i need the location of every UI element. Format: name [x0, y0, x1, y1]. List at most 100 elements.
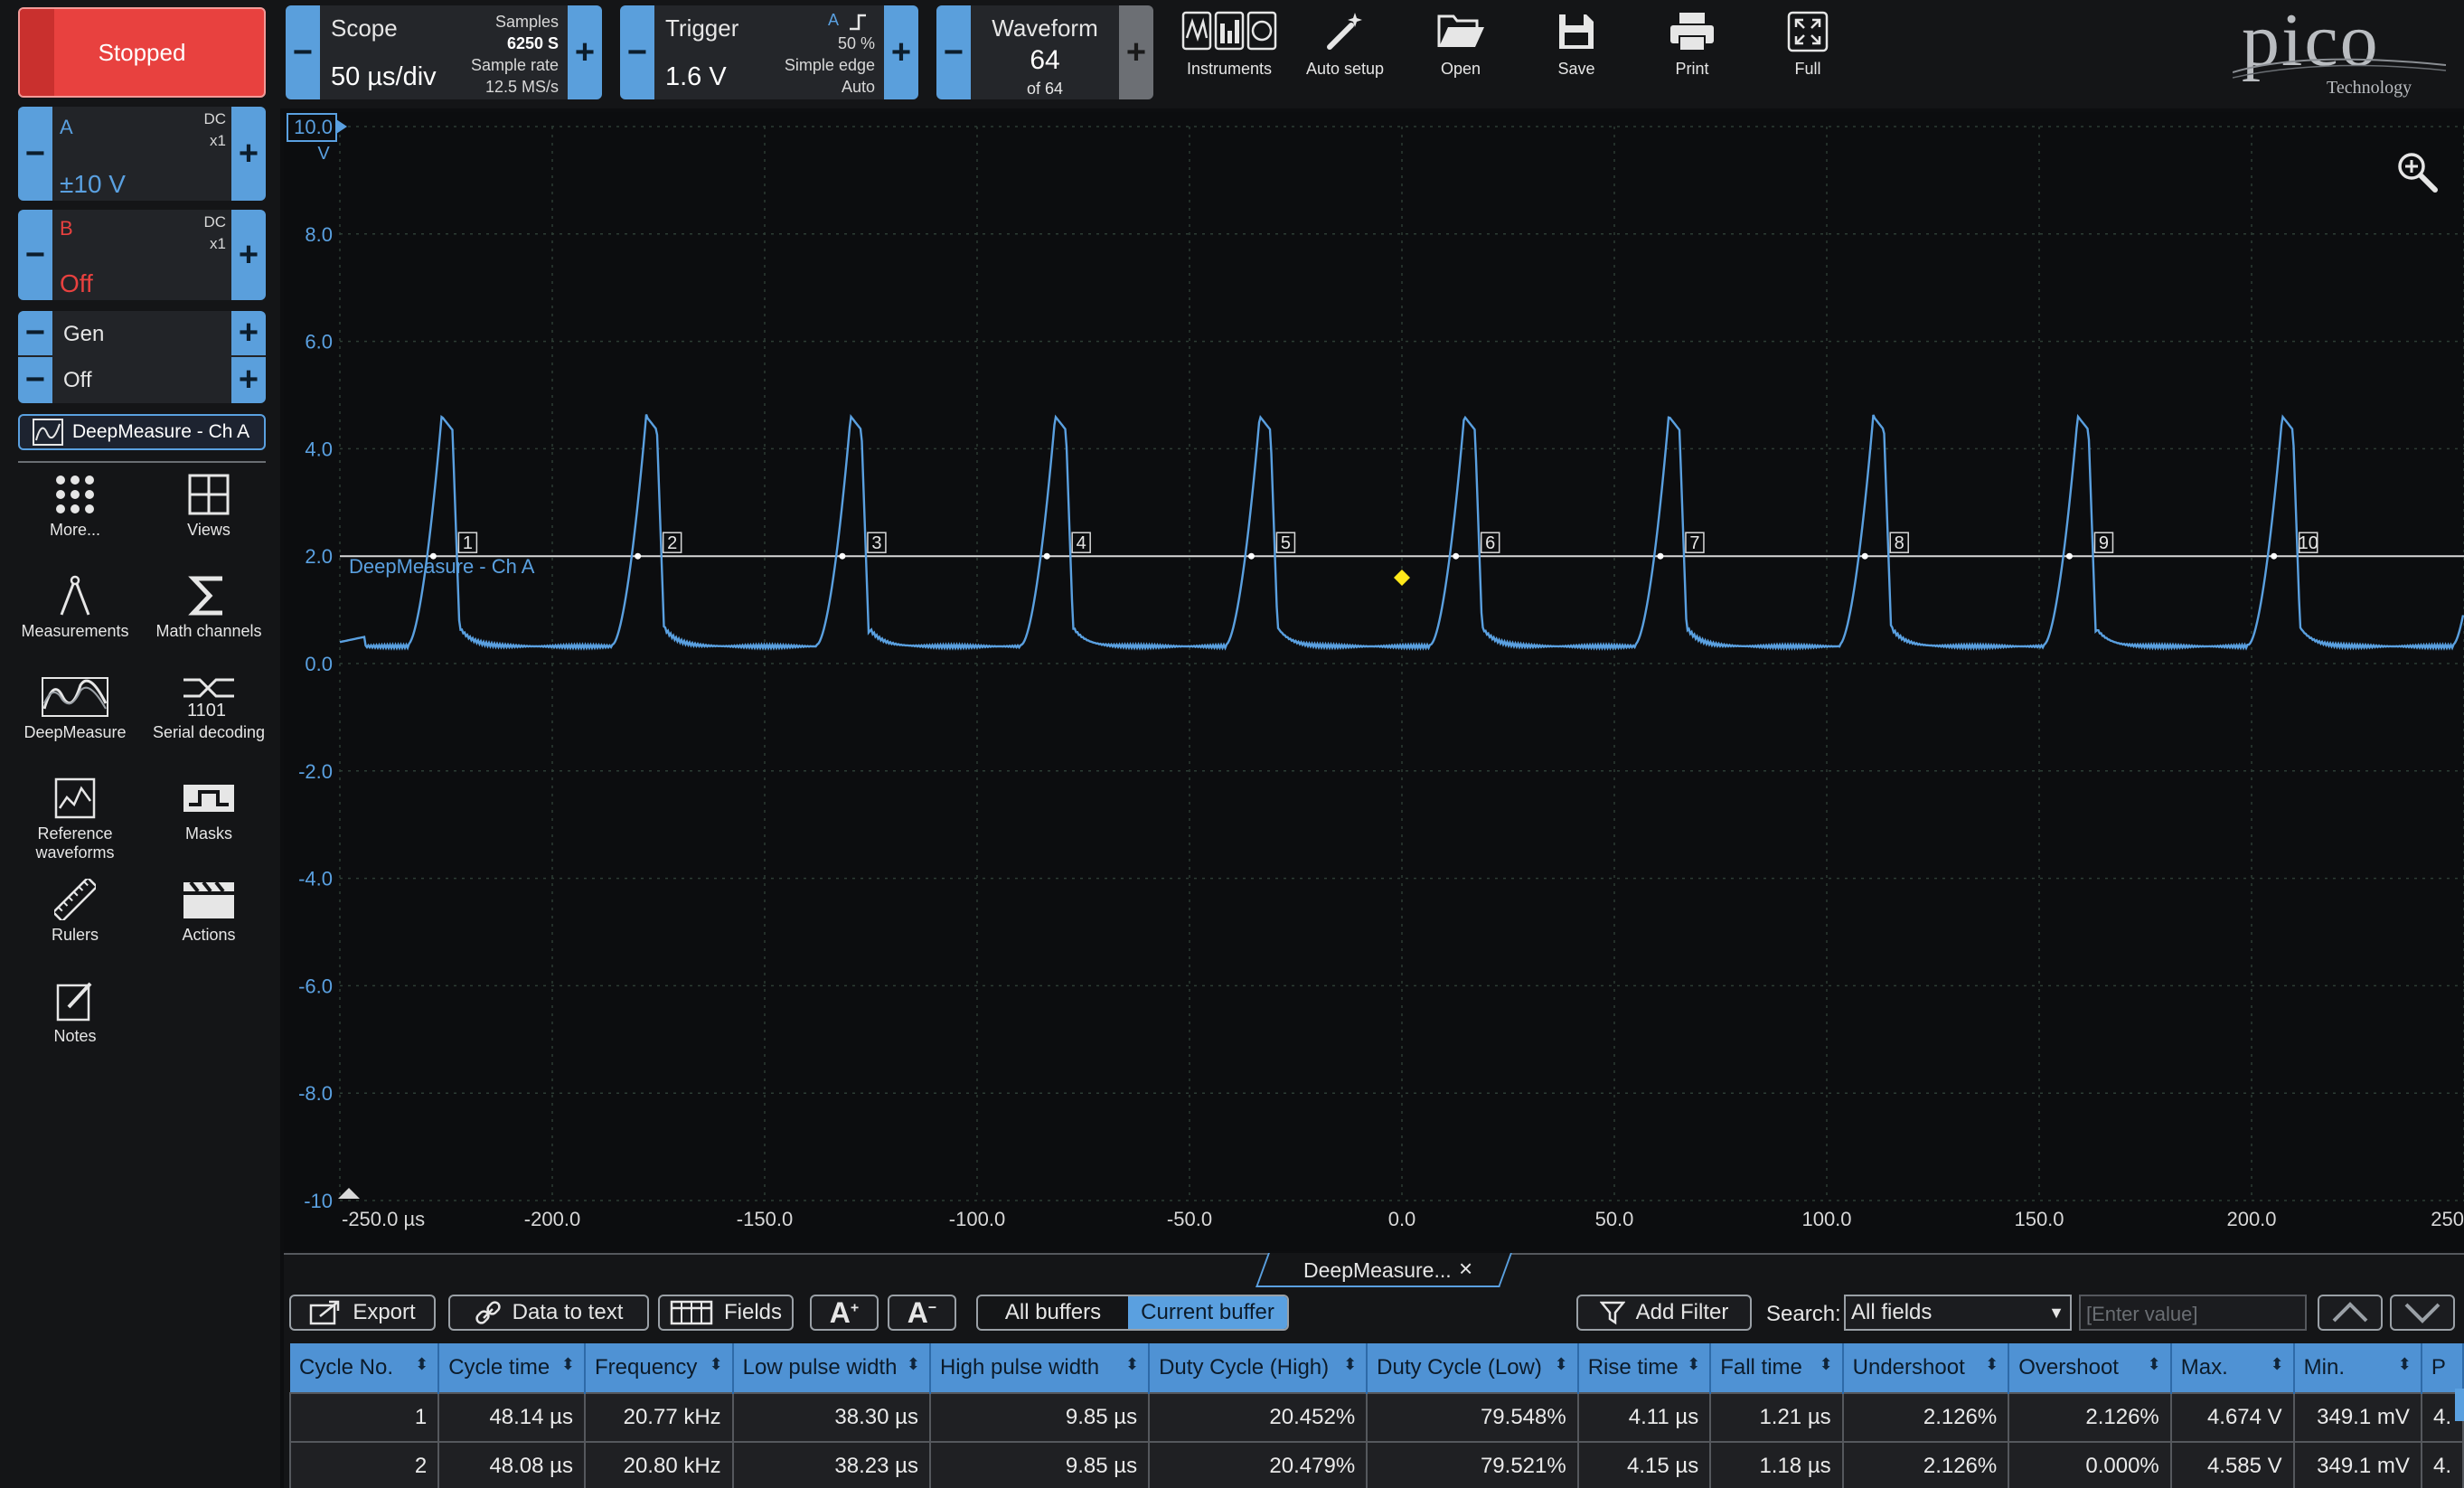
gen-state-increase-button[interactable]: +: [231, 357, 266, 403]
sort-icon[interactable]: ⬍: [1125, 1355, 1139, 1374]
gen-state-decrease-button[interactable]: −: [18, 357, 52, 403]
all-buffers-option[interactable]: All buffers: [978, 1296, 1128, 1329]
serial-decoding-tool-button[interactable]: 1101 Serial decoding: [141, 676, 277, 742]
notes-tool-button[interactable]: Notes: [7, 980, 143, 1046]
close-tab-icon[interactable]: ×: [1459, 1255, 1472, 1283]
column-header[interactable]: Cycle No. ⬍: [290, 1343, 440, 1393]
current-buffer-option[interactable]: Current buffer: [1128, 1296, 1287, 1329]
table-row[interactable]: 1 48.14 µs 20.77 kHz 38.30 µs 9.85 µs 20.452%…: [289, 1392, 2464, 1443]
timebase-increase-button[interactable]: +: [568, 5, 602, 99]
font-increase-button[interactable]: A+: [810, 1295, 879, 1331]
column-header[interactable]: Cycle time ⬍: [438, 1343, 586, 1393]
trigger-type[interactable]: Simple edge: [785, 56, 875, 75]
column-header[interactable]: Rise time ⬍: [1577, 1343, 1712, 1393]
column-header[interactable]: Duty Cycle (Low) ⬍: [1367, 1343, 1579, 1393]
search-previous-button[interactable]: [2318, 1295, 2383, 1331]
trigger-decrease-button[interactable]: −: [620, 5, 654, 99]
column-header[interactable]: P: [2421, 1343, 2464, 1393]
run-stop-button[interactable]: Stopped: [18, 7, 266, 98]
channel-a-range-increase[interactable]: +: [231, 107, 266, 201]
channel-b-coupling[interactable]: DC: [203, 213, 226, 231]
deepmeasure-tool-button[interactable]: DeepMeasure: [7, 676, 143, 742]
sort-icon[interactable]: ⬍: [1343, 1355, 1357, 1374]
data-to-text-label: Data to text: [512, 1300, 624, 1324]
sort-icon[interactable]: ⬍: [907, 1355, 920, 1374]
trigger-level[interactable]: 1.6 V: [665, 62, 727, 92]
open-button[interactable]: Open: [1406, 5, 1515, 96]
column-header[interactable]: Max. ⬍: [2170, 1343, 2295, 1393]
sort-icon[interactable]: ⬍: [561, 1355, 575, 1374]
zoom-icon[interactable]: [2395, 150, 2439, 193]
table-row[interactable]: 2 48.08 µs 20.80 kHz 38.23 µs 9.85 µs 20.479%…: [289, 1441, 2464, 1488]
instruments-button[interactable]: Instruments: [1175, 5, 1284, 96]
masks-tool-button[interactable]: Masks: [141, 777, 277, 843]
channel-a-trace: [339, 413, 2464, 651]
column-header[interactable]: Duty Cycle (High) ⬍: [1149, 1343, 1368, 1393]
rulers-tool-button[interactable]: Rulers: [7, 879, 143, 945]
column-header[interactable]: Low pulse width ⬍: [732, 1343, 931, 1393]
channel-a-coupling[interactable]: DC: [203, 110, 226, 128]
sort-icon[interactable]: ⬍: [1985, 1355, 1998, 1374]
sort-icon[interactable]: ⬍: [2148, 1355, 2161, 1374]
column-header[interactable]: High pulse width ⬍: [929, 1343, 1151, 1393]
sort-icon[interactable]: ⬍: [415, 1355, 428, 1374]
channel-a-range[interactable]: ±10 V: [60, 170, 126, 199]
sort-icon[interactable]: ⬍: [1820, 1355, 1833, 1374]
font-decrease-button[interactable]: A−: [888, 1295, 956, 1331]
add-filter-button[interactable]: Add Filter: [1576, 1295, 1752, 1331]
channel-a-range-decrease[interactable]: −: [18, 107, 52, 201]
print-button[interactable]: Print: [1638, 5, 1746, 96]
x-tick-label: 150.0: [2014, 1208, 2064, 1230]
search-next-button[interactable]: [2390, 1295, 2455, 1331]
waveform-current[interactable]: 64: [971, 45, 1119, 76]
y-axis-handle-icon[interactable]: [336, 119, 347, 134]
timebase-value[interactable]: 50 µs/div: [331, 62, 437, 92]
channel-b-range-increase[interactable]: +: [231, 210, 266, 300]
trigger-title: Trigger: [665, 14, 739, 42]
sort-icon[interactable]: ⬍: [710, 1355, 723, 1374]
waveform-plot[interactable]: 10.08.06.04.02.00.0-2.0-4.0-6.0-8.0-10V-…: [284, 112, 2464, 1251]
column-header[interactable]: Min. ⬍: [2293, 1343, 2422, 1393]
scope-view[interactable]: 10.0 8.0 6.0 4.0 2.0 0.0 -2.0 -4.0 -6.0 -8.0 -10 V -…: [284, 112, 2464, 1251]
trigger-mode[interactable]: Auto: [842, 78, 875, 97]
full-screen-button[interactable]: Full: [1754, 5, 1862, 96]
views-tool-button[interactable]: Views: [141, 474, 277, 540]
channel-b-range[interactable]: Off: [60, 269, 93, 298]
table-scrollbar[interactable]: [2455, 1389, 2464, 1421]
panel-tab-label[interactable]: DeepMeasure...: [1303, 1258, 1452, 1283]
measurements-tool-button[interactable]: Measurements: [7, 575, 143, 641]
sort-icon[interactable]: ⬍: [1687, 1355, 1700, 1374]
trigger-marker-icon[interactable]: [1394, 569, 1410, 586]
sort-icon[interactable]: ⬍: [2271, 1355, 2284, 1374]
column-header[interactable]: Fall time ⬍: [1710, 1343, 1844, 1393]
save-button[interactable]: Save: [1522, 5, 1631, 96]
waveform-next-button[interactable]: +: [1119, 5, 1153, 99]
channel-a-probe[interactable]: x1: [210, 132, 226, 150]
samples-value[interactable]: 6250 S: [507, 34, 559, 53]
column-header[interactable]: Frequency ⬍: [585, 1343, 734, 1393]
actions-tool-button[interactable]: Actions: [141, 879, 277, 945]
timebase-decrease-button[interactable]: −: [286, 5, 320, 99]
gen-decrease-button[interactable]: −: [18, 311, 52, 355]
column-header[interactable]: Overshoot ⬍: [2008, 1343, 2172, 1393]
gen-increase-button[interactable]: +: [231, 311, 266, 355]
table-cell: 0.000%: [2008, 1441, 2172, 1488]
math-channels-tool-button[interactable]: Math channels: [141, 575, 277, 641]
sort-icon[interactable]: ⬍: [1555, 1355, 1568, 1374]
data-to-text-button[interactable]: Data to text: [448, 1295, 649, 1331]
search-value-input[interactable]: [Enter value]: [2079, 1295, 2307, 1331]
reference-waveforms-tool-button[interactable]: Reference waveforms: [7, 777, 143, 862]
deepmeasure-channel-tab[interactable]: DeepMeasure - Ch A: [18, 414, 266, 450]
auto-setup-button[interactable]: Auto setup: [1291, 5, 1399, 96]
export-button[interactable]: Export: [289, 1295, 436, 1331]
trigger-increase-button[interactable]: +: [884, 5, 918, 99]
more-tool-button[interactable]: More...: [7, 474, 143, 540]
search-scope-select[interactable]: All fields ▼: [1844, 1295, 2072, 1331]
channel-b-range-decrease[interactable]: −: [18, 210, 52, 300]
sort-icon[interactable]: ⬍: [2398, 1355, 2412, 1374]
x-axis-handle-icon[interactable]: [338, 1188, 360, 1199]
waveform-previous-button[interactable]: −: [936, 5, 971, 99]
fields-button[interactable]: Fields: [658, 1295, 794, 1331]
channel-b-probe[interactable]: x1: [210, 235, 226, 253]
column-header[interactable]: Undershoot ⬍: [1842, 1343, 2010, 1393]
